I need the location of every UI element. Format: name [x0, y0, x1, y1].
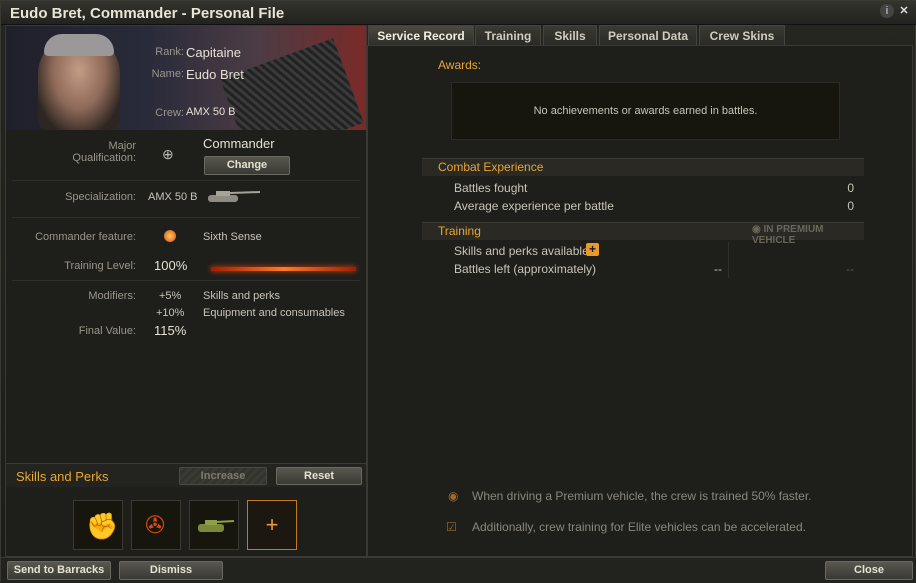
training-level-label: Training Level: — [64, 260, 136, 272]
binoculars-icon: ⊕ — [162, 146, 174, 162]
window-title: Eudo Bret, Commander - Personal File — [10, 5, 285, 22]
add-icon: + — [265, 512, 279, 537]
change-button[interactable]: Change — [204, 156, 290, 175]
skill-slot-brothers-in-arms[interactable]: ✊ — [73, 500, 123, 550]
training-level-value: 100% — [154, 258, 188, 273]
final-value: 115% — [154, 323, 187, 338]
commander-panel: Rank: Capitaine Name: Eudo Bret Crew: AM… — [5, 25, 367, 557]
rank-insignia — [220, 38, 364, 130]
battles-fought-value: 0 — [847, 181, 854, 195]
rank-label: Rank: — [155, 46, 184, 58]
premium-icon: ◉ — [448, 489, 459, 503]
title-bar: Eudo Bret, Commander - Personal File i ✕ — [1, 1, 916, 25]
avg-exp-value: 0 — [847, 199, 854, 213]
training-progress-bar — [211, 267, 356, 271]
portrait-banner: Rank: Capitaine Name: Eudo Bret Crew: AM… — [6, 26, 366, 130]
divider — [12, 280, 360, 281]
close-icon[interactable]: ✕ — [897, 4, 911, 18]
tab-skills[interactable]: Skills — [543, 25, 597, 45]
add-skill-icon[interactable]: + — [586, 243, 599, 256]
brothers-in-arms-icon: ✊ — [86, 511, 119, 541]
divider — [728, 242, 729, 278]
qualification-label: Major Qualification: — [72, 140, 136, 164]
equipment-modifier-text: Equipment and consumables — [203, 307, 345, 319]
premium-vehicle-label: ◉ IN PREMIUM VEHICLE — [752, 224, 824, 246]
name-value: Eudo Bret — [186, 67, 244, 82]
premium-note: When driving a Premium vehicle, the crew… — [472, 489, 812, 503]
combat-title: Combat Experience — [438, 160, 544, 174]
specialization-label: Specialization: — [65, 191, 136, 203]
skill-slot-repair[interactable]: ✇ — [131, 500, 181, 550]
dismiss-button[interactable]: Dismiss — [119, 561, 223, 580]
tank-icon — [204, 188, 261, 204]
divider — [12, 180, 360, 181]
training-section-header: Training ◉ IN PREMIUM VEHICLE — [422, 222, 864, 246]
awards-box: No achievements or awards earned in batt… — [451, 82, 840, 140]
skills-modifier-text: Skills and perks — [203, 290, 281, 302]
tab-personal-data[interactable]: Personal Data — [599, 25, 697, 45]
awards-title: Awards: — [438, 58, 482, 72]
sixth-sense-icon — [164, 230, 176, 242]
name-label: Name: — [151, 68, 184, 80]
specialization-value: AMX 50 B — [148, 191, 198, 203]
feature-label: Commander feature: — [35, 231, 136, 243]
info-icon[interactable]: i — [880, 4, 894, 18]
skills-available-label: Skills and perks available — [454, 244, 589, 258]
tab-crew-skins[interactable]: Crew Skins — [699, 25, 785, 45]
camouflage-icon — [196, 516, 235, 534]
skills-modifier-value: +5% — [159, 290, 182, 302]
service-record-panel: Awards: No achievements or awards earned… — [367, 45, 913, 557]
skill-slot-camouflage[interactable] — [189, 500, 239, 550]
battles-left-value: -- — [714, 262, 722, 276]
elite-note: Additionally, crew training for Elite ve… — [472, 520, 806, 534]
increase-button[interactable]: Increase — [179, 467, 267, 485]
rank-value: Capitaine — [186, 45, 241, 60]
send-to-barracks-button[interactable]: Send to Barracks — [7, 561, 111, 580]
close-button[interactable]: Close — [825, 561, 913, 580]
crew-value: AMX 50 B — [186, 106, 236, 118]
divider — [12, 217, 360, 218]
training-title: Training — [438, 224, 481, 238]
add-skill-slot[interactable]: + — [247, 500, 297, 550]
avg-exp-label: Average experience per battle — [454, 199, 614, 213]
awards-empty-text: No achievements or awards earned in batt… — [533, 105, 758, 117]
battles-fought-label: Battles fought — [454, 181, 528, 195]
final-value-label: Final Value: — [78, 325, 136, 337]
skills-header: Skills and Perks Increase Reset — [6, 463, 366, 487]
personal-file-window: Eudo Bret, Commander - Personal File i ✕… — [0, 0, 916, 583]
equipment-modifier-value: +10% — [156, 307, 185, 319]
crew-label: Crew: — [155, 107, 184, 119]
elite-icon: ☑ — [446, 520, 457, 534]
tab-training[interactable]: Training — [475, 25, 541, 45]
modifiers-label: Modifiers: — [88, 290, 136, 302]
premium-battles-value: -- — [846, 262, 854, 276]
tab-service-record[interactable]: Service Record — [368, 25, 474, 45]
combat-section-header: Combat Experience — [422, 158, 864, 176]
repair-icon: ✇ — [145, 512, 166, 539]
feature-value: Sixth Sense — [203, 231, 262, 243]
skills-title: Skills and Perks — [16, 469, 109, 484]
footer-bar: Send to Barracks Dismiss Close — [1, 557, 916, 583]
reset-button[interactable]: Reset — [276, 467, 362, 485]
qualification-value: Commander — [203, 136, 275, 151]
battles-left-label: Battles left (approximately) — [454, 262, 597, 276]
